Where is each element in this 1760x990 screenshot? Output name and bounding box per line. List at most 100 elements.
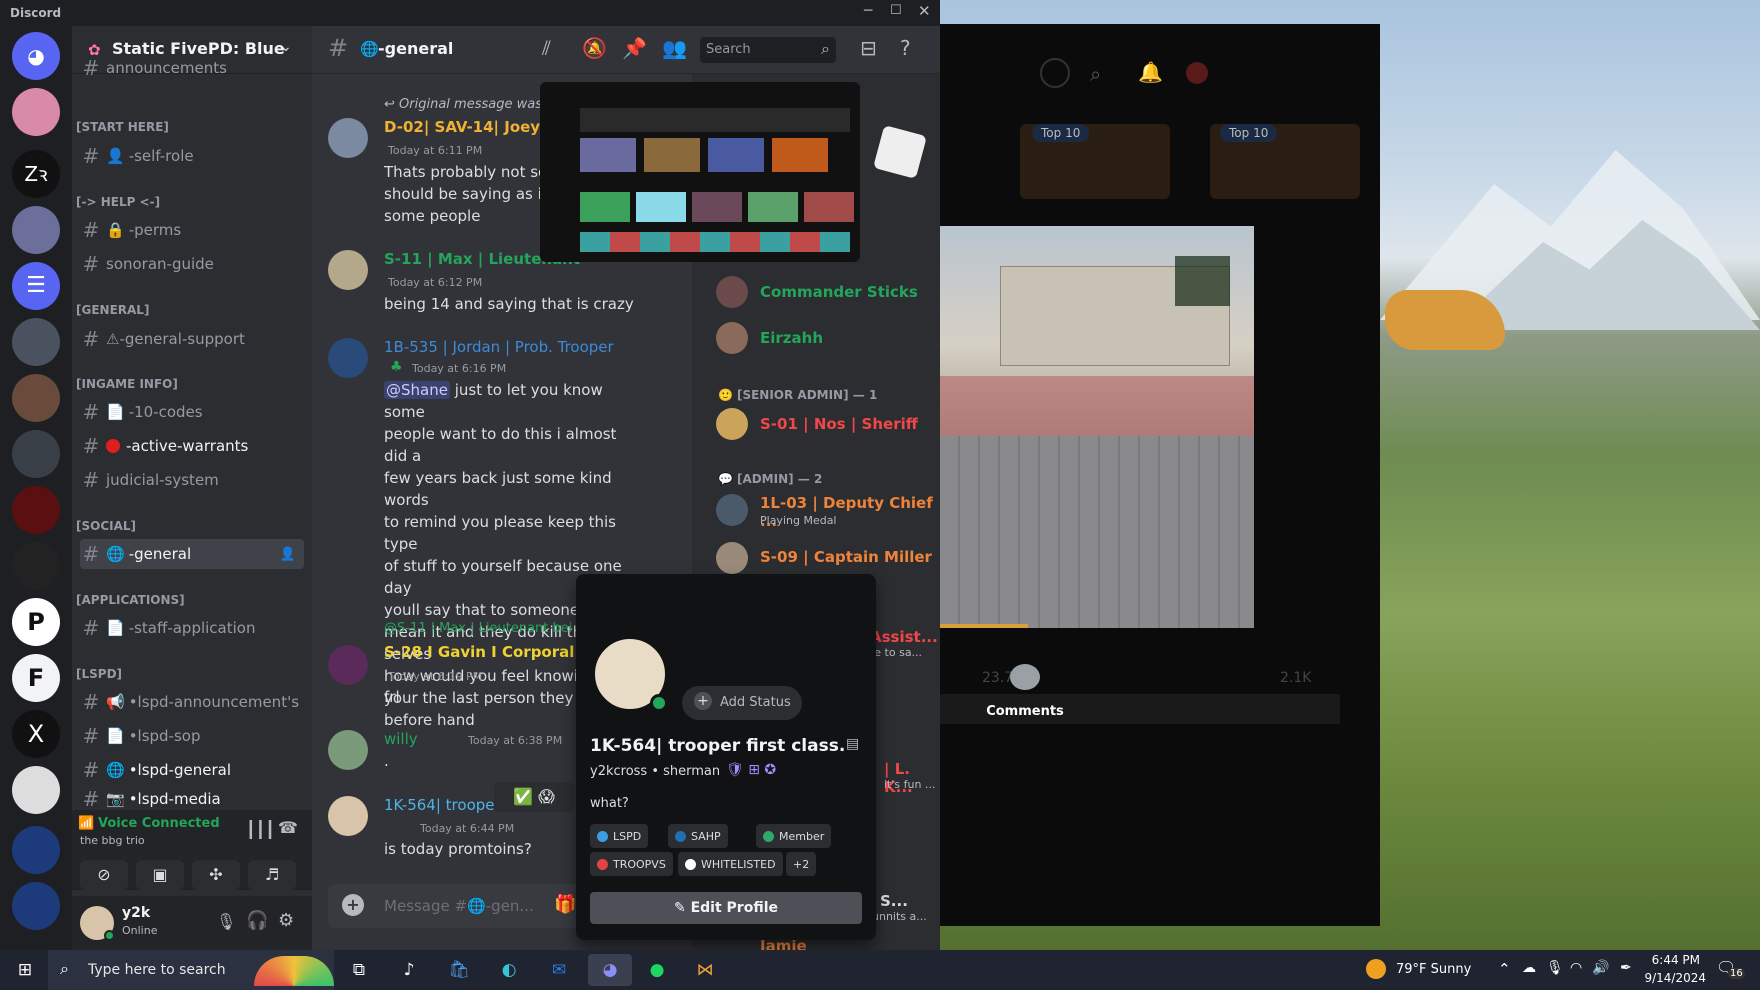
member-name[interactable]: Assist...	[870, 628, 938, 646]
avatar[interactable]	[328, 118, 368, 158]
windows-start-icon[interactable]: ⊞	[6, 954, 44, 986]
channel-10-codes[interactable]: # 📄 -10-codes	[80, 397, 304, 427]
gift-icon[interactable]: 🎁	[554, 894, 576, 915]
screen-share-icon[interactable]: ▣	[136, 860, 184, 890]
screenshot-preview[interactable]	[540, 82, 860, 262]
server-icon[interactable]	[12, 826, 60, 874]
edit-profile-button[interactable]: ✎ Edit Profile	[590, 892, 862, 924]
noise-suppression-icon[interactable]: ┃┃┃	[246, 820, 275, 839]
server-icon[interactable]: ☰	[12, 262, 60, 310]
badge-icons[interactable]: 🛡 ⊞ ✪	[726, 762, 776, 778]
channel-lspd-media[interactable]: # 📷 •lspd-media	[80, 789, 304, 809]
avatar[interactable]	[328, 250, 368, 290]
avatar[interactable]	[716, 542, 748, 574]
server-icon[interactable]	[12, 766, 60, 814]
server-icon[interactable]	[12, 206, 60, 254]
camera-off-icon[interactable]: ⊘	[80, 860, 128, 890]
server-icon[interactable]	[12, 542, 60, 590]
server-icon[interactable]: P	[12, 598, 60, 646]
category-ingame-info[interactable]: [INGAME INFO]	[76, 377, 178, 391]
channel-judicial-system[interactable]: # judicial-system	[80, 465, 304, 495]
more-roles-button[interactable]: +2	[786, 852, 817, 876]
help-icon[interactable]: ?	[900, 36, 911, 60]
channel-self-role[interactable]: # 👤 -self-role	[80, 141, 304, 171]
avatar[interactable]	[716, 408, 748, 440]
microphone-icon[interactable]: 🎙	[1546, 960, 1564, 976]
channel-active-warrants[interactable]: # -active-warrants	[80, 431, 304, 461]
channel-general-support[interactable]: # ⚠-general-support	[80, 324, 304, 354]
server-icon[interactable]	[12, 374, 60, 422]
video-progress-bar[interactable]	[940, 624, 1028, 628]
message-author[interactable]: 1B-535 | Jordan | Prob. Trooper	[384, 338, 614, 356]
server-icon[interactable]: X	[12, 710, 60, 758]
server-icon[interactable]: Zꝛ	[12, 150, 60, 198]
discord-home-icon[interactable]: ◕	[12, 32, 60, 80]
message-author[interactable]: 1K-564| troope	[384, 796, 495, 814]
discord-taskbar-icon[interactable]: ◕	[588, 954, 632, 986]
bell-icon[interactable]: 🔔	[1138, 60, 1163, 84]
clock-time[interactable]: 6:44 PM	[1650, 953, 1700, 967]
add-member-icon[interactable]: 👤	[280, 547, 296, 562]
avatar[interactable]	[1186, 62, 1208, 84]
close-icon[interactable]: ✕	[918, 2, 931, 20]
member-name[interactable]: Commander Sticks	[760, 283, 918, 301]
activities-icon[interactable]: ✣	[192, 860, 240, 890]
channel-lspd-announcements[interactable]: # 📢 •lspd-announcement's	[80, 687, 304, 717]
channel-lspd-sop[interactable]: # 📄 •lspd-sop	[80, 721, 304, 751]
search-input[interactable]: Search ⌕	[700, 37, 836, 63]
server-icon[interactable]	[12, 430, 60, 478]
add-attachment-icon[interactable]: +	[342, 894, 364, 916]
server-icon[interactable]	[12, 88, 60, 136]
member-name[interactable]: Eirzahh	[760, 329, 823, 347]
user-mention[interactable]: @Shane	[384, 381, 450, 399]
chevron-down-icon[interactable]: ⌄	[280, 39, 292, 55]
microphone-icon[interactable]: 🎙	[216, 912, 236, 931]
spotify-icon[interactable]: ●	[638, 954, 676, 986]
pin-icon[interactable]: 📌	[622, 36, 647, 60]
wifi-icon[interactable]: ◠	[1570, 960, 1582, 976]
medal-icon[interactable]: ⋈	[686, 954, 724, 986]
clock-date[interactable]: 9/14/2024	[1640, 971, 1706, 985]
category-applications[interactable]: [APPLICATIONS]	[76, 593, 185, 607]
avatar[interactable]	[716, 494, 748, 526]
avatar[interactable]	[328, 645, 368, 685]
channel-staff-application[interactable]: # 📄 -staff-application	[80, 613, 304, 643]
avatar[interactable]	[716, 276, 748, 308]
message-author[interactable]: S-28 I Gavin I Corporal	[384, 643, 574, 661]
notification-center-icon[interactable]: 🗨 16	[1716, 958, 1745, 982]
pen-icon[interactable]: ✒	[1620, 960, 1632, 976]
member-name[interactable]: S-01 | Nos | Sheriff	[760, 415, 918, 433]
category-start-here[interactable]: [START HERE]	[76, 120, 169, 134]
note-icon[interactable]: ▤	[846, 736, 859, 752]
member-name[interactable]: S...	[880, 892, 908, 910]
message-author[interactable]: willy	[384, 730, 418, 748]
reply-preview[interactable]: @S-11 | Max | Lieutenant bei	[384, 621, 574, 636]
user-name[interactable]: y2k	[122, 905, 150, 921]
server-icon[interactable]: F	[12, 654, 60, 702]
avatar[interactable]	[328, 730, 368, 770]
edge-icon[interactable]: ◐	[490, 954, 528, 986]
chevron-up-icon[interactable]: ⌃	[1498, 960, 1511, 978]
server-icon[interactable]	[12, 318, 60, 366]
task-view-icon[interactable]: ⧉	[340, 954, 378, 986]
avatar[interactable]	[328, 338, 368, 378]
soundboard-icon[interactable]: ♬	[248, 860, 296, 890]
channel-lspd-general[interactable]: # 🌐 •lspd-general	[80, 755, 304, 785]
headphones-icon[interactable]: 🎧	[246, 910, 268, 931]
maximize-icon[interactable]: ☐	[890, 3, 902, 18]
tray-app-icon[interactable]: ☁	[1522, 960, 1536, 976]
voice-channel-name[interactable]: the bbg trio	[80, 834, 145, 847]
server-icon[interactable]	[12, 486, 60, 534]
avatar[interactable]	[328, 796, 368, 836]
message-reactions[interactable]: ✅ 😱	[494, 782, 574, 812]
add-status-button[interactable]: + Add Status	[682, 686, 802, 720]
outlook-icon[interactable]: ✉	[540, 954, 578, 986]
volume-icon[interactable]: 🔊	[1592, 960, 1609, 976]
category-help[interactable]: [-> HELP <-]	[76, 195, 160, 209]
reply-preview[interactable]: ↩ Original message was d	[384, 97, 554, 112]
category-lspd[interactable]: [LSPD]	[76, 667, 122, 681]
channel-announcements[interactable]: # announcements	[80, 58, 304, 78]
store-icon[interactable]: 🛍	[440, 954, 478, 986]
members-icon[interactable]: 👥	[662, 36, 687, 60]
taskbar-search-input[interactable]: ⌕ Type here to search	[48, 950, 334, 990]
